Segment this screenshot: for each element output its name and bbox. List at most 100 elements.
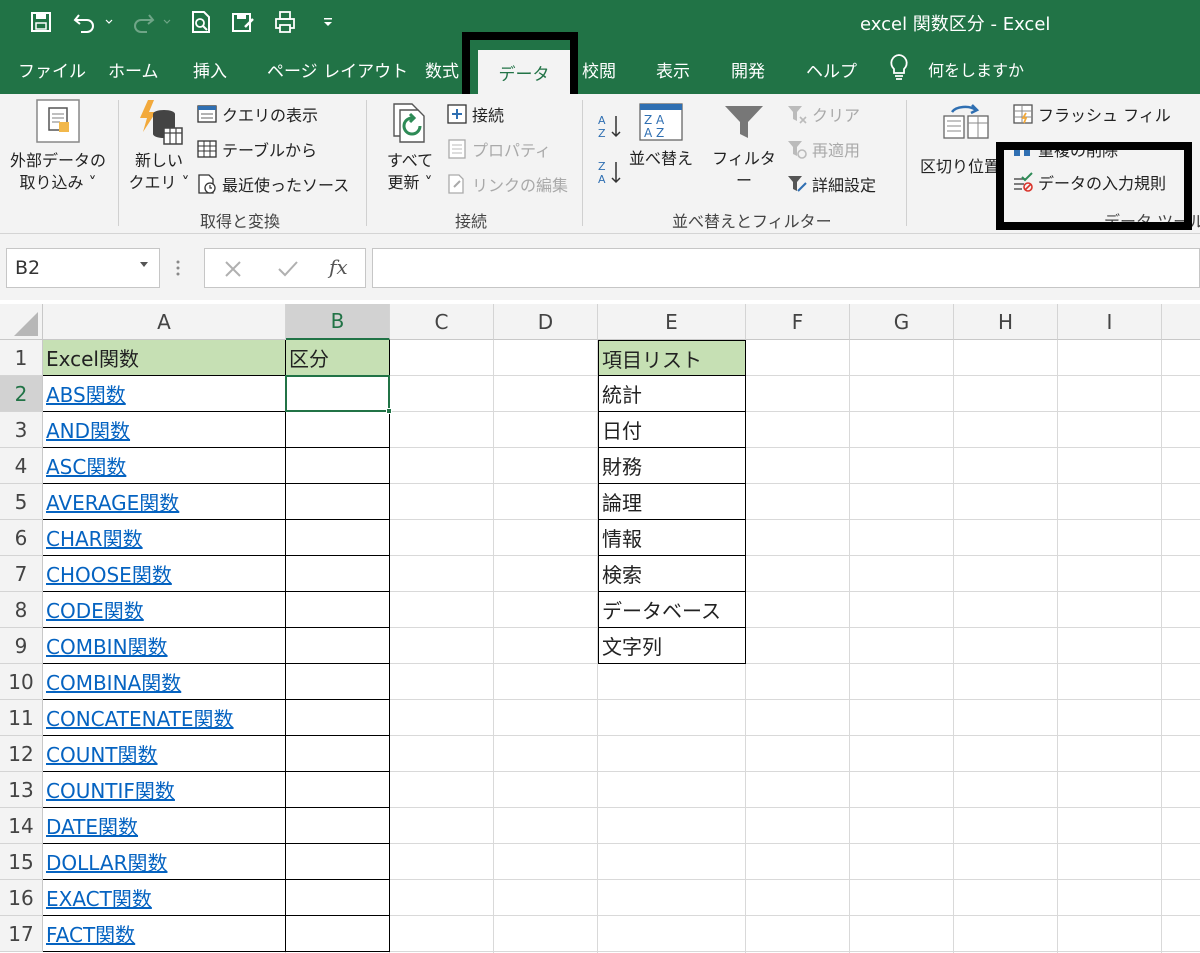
function-link-cell[interactable]: ASC関数 <box>43 448 286 484</box>
column-header-a[interactable]: A <box>43 304 286 340</box>
function-link-cell[interactable]: EXACT関数 <box>43 880 286 916</box>
function-link-cell[interactable]: COUNTIF関数 <box>43 772 286 808</box>
sort-descending-button[interactable]: ZA <box>598 158 622 190</box>
function-link[interactable]: CODE関数 <box>46 595 144 624</box>
filter-button[interactable]: フィルター <box>708 102 780 192</box>
row-header-16[interactable]: 16 <box>0 880 43 916</box>
insert-function-icon[interactable]: fx <box>329 255 348 279</box>
row-header-1[interactable]: 1 <box>0 340 43 376</box>
save-as-icon[interactable] <box>228 8 258 36</box>
category-cell-b17[interactable] <box>286 916 390 952</box>
function-link[interactable]: CHAR関数 <box>46 523 143 552</box>
category-cell-b7[interactable] <box>286 556 390 592</box>
tab-home[interactable]: ホーム <box>108 44 159 94</box>
tab-review[interactable]: 校閲 <box>582 44 616 94</box>
sort-button[interactable]: Z AA Z 並べ替え <box>626 102 696 170</box>
customize-qat-icon[interactable] <box>318 8 338 36</box>
row-header-10[interactable]: 10 <box>0 664 43 700</box>
from-table-button[interactable]: テーブルから <box>196 137 317 161</box>
row-header-17[interactable]: 17 <box>0 916 43 952</box>
column-header-g[interactable]: G <box>850 304 954 340</box>
category-cell-b8[interactable] <box>286 592 390 628</box>
sort-ascending-button[interactable]: AZ <box>598 112 622 144</box>
column-header-d[interactable]: D <box>494 304 598 340</box>
function-link[interactable]: COMBINA関数 <box>46 667 181 696</box>
function-link[interactable]: COUNT関数 <box>46 739 158 768</box>
undo-icon[interactable] <box>70 8 100 36</box>
category-cell-b6[interactable] <box>286 520 390 556</box>
function-link[interactable]: FACT関数 <box>46 919 135 948</box>
cell-e1-header[interactable]: 項目リスト <box>598 340 746 376</box>
row-header-7[interactable]: 7 <box>0 556 43 592</box>
tab-help[interactable]: ヘルプ <box>806 44 857 94</box>
category-cell-b12[interactable] <box>286 736 390 772</box>
category-list-item[interactable]: 情報 <box>598 520 746 556</box>
function-link[interactable]: COUNTIF関数 <box>46 775 175 804</box>
function-link-cell[interactable]: COMBIN関数 <box>43 628 286 664</box>
column-header-h[interactable]: H <box>954 304 1058 340</box>
function-link-cell[interactable]: ABS関数 <box>43 376 286 412</box>
tab-formulas[interactable]: 数式 <box>425 44 459 94</box>
category-cell-b16[interactable] <box>286 880 390 916</box>
splitter-dots-icon[interactable] <box>176 258 180 278</box>
function-link-cell[interactable]: CONCATENATE関数 <box>43 700 286 736</box>
name-box[interactable]: B2 <box>6 248 160 288</box>
function-link-cell[interactable]: CHOOSE関数 <box>43 556 286 592</box>
tab-view[interactable]: 表示 <box>656 44 690 94</box>
function-link[interactable]: EXACT関数 <box>46 883 152 912</box>
category-list-item[interactable]: データベース <box>598 592 746 628</box>
refresh-all-button[interactable]: すべて 更新 ˅ <box>378 98 442 194</box>
get-external-data-button[interactable]: 外部データの 取り込み ˅ <box>8 98 108 194</box>
new-query-button[interactable]: 新しい クエリ ˅ <box>128 98 190 194</box>
tell-me-box[interactable]: 何をしますか <box>888 44 1024 94</box>
data-validation-button[interactable]: データの入力規則 <box>1012 170 1166 194</box>
row-header-8[interactable]: 8 <box>0 592 43 628</box>
advanced-filter-button[interactable]: 詳細設定 <box>786 172 876 196</box>
category-cell-b11[interactable] <box>286 700 390 736</box>
function-link[interactable]: AND関数 <box>46 415 130 444</box>
function-link-cell[interactable]: AVERAGE関数 <box>43 484 286 520</box>
show-queries-button[interactable]: クエリの表示 <box>196 102 318 126</box>
row-header-2[interactable]: 2 <box>0 376 43 412</box>
print-preview-icon[interactable] <box>186 8 216 36</box>
function-link[interactable]: COMBIN関数 <box>46 631 168 660</box>
name-box-dropdown-icon[interactable] <box>140 262 148 267</box>
formula-input[interactable] <box>372 248 1200 288</box>
function-link[interactable]: CHOOSE関数 <box>46 559 172 588</box>
remove-duplicates-button[interactable]: 重複の削除 <box>1012 137 1118 161</box>
function-link-cell[interactable]: DOLLAR関数 <box>43 844 286 880</box>
column-header-f[interactable]: F <box>746 304 850 340</box>
function-link-cell[interactable]: DATE関数 <box>43 808 286 844</box>
save-icon[interactable] <box>26 8 56 36</box>
category-list-item[interactable]: 文字列 <box>598 628 746 664</box>
category-cell-b4[interactable] <box>286 448 390 484</box>
function-link[interactable]: ASC関数 <box>46 451 126 480</box>
row-header-13[interactable]: 13 <box>0 772 43 808</box>
recent-sources-button[interactable]: 最近使ったソース <box>196 172 349 196</box>
category-cell-b10[interactable] <box>286 664 390 700</box>
tab-file[interactable]: ファイル <box>18 44 86 94</box>
category-cell-b14[interactable] <box>286 808 390 844</box>
cell-b1-header[interactable]: 区分 <box>286 340 390 376</box>
row-header-9[interactable]: 9 <box>0 628 43 664</box>
row-header-12[interactable]: 12 <box>0 736 43 772</box>
row-header-15[interactable]: 15 <box>0 844 43 880</box>
cancel-icon[interactable] <box>223 259 243 283</box>
active-cell-b2[interactable] <box>285 375 390 412</box>
function-link[interactable]: ABS関数 <box>46 379 126 408</box>
tab-page-layout[interactable]: ページ レイアウト <box>267 44 408 94</box>
flash-fill-button[interactable]: フラッシュ フィル <box>1012 102 1171 126</box>
cell-a1-header[interactable]: Excel関数 <box>43 340 286 376</box>
quick-print-icon[interactable] <box>270 8 300 36</box>
function-link[interactable]: DOLLAR関数 <box>46 847 167 876</box>
column-header-c[interactable]: C <box>390 304 494 340</box>
select-all-corner[interactable] <box>0 304 43 340</box>
fill-handle[interactable] <box>386 408 392 414</box>
function-link[interactable]: CONCATENATE関数 <box>46 703 234 732</box>
text-to-columns-button[interactable]: 区切り位置 <box>916 102 1006 178</box>
function-link-cell[interactable]: COMBINA関数 <box>43 664 286 700</box>
enter-icon[interactable] <box>277 259 299 283</box>
row-header-11[interactable]: 11 <box>0 700 43 736</box>
column-header-b[interactable]: B <box>286 304 390 340</box>
category-cell-b15[interactable] <box>286 844 390 880</box>
